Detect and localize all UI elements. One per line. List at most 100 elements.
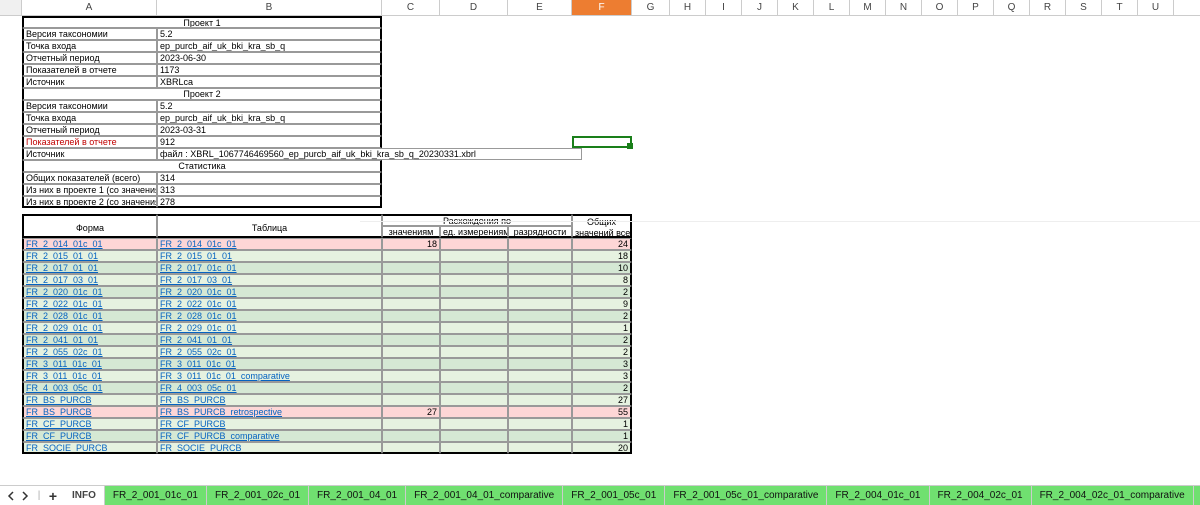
row-val3	[508, 286, 572, 298]
column-header-D[interactable]: D	[440, 0, 508, 15]
column-header-U[interactable]: U	[1138, 0, 1174, 15]
tab-sheet[interactable]: FR_2_006_01c_01	[1194, 486, 1200, 505]
row-val1	[382, 298, 440, 310]
stats-label: Общих показателей (всего)	[22, 172, 157, 184]
column-header-J[interactable]: J	[742, 0, 778, 15]
tab-sheet[interactable]: FR_2_001_05c_01_comparative	[665, 486, 827, 505]
row-table[interactable]: FR_2_022_01c_01	[157, 298, 382, 310]
column-header-I[interactable]: I	[706, 0, 742, 15]
row-val3	[508, 310, 572, 322]
column-header-M[interactable]: M	[850, 0, 886, 15]
row-form[interactable]: FR_2_029_01c_01	[22, 322, 157, 334]
row-form[interactable]: FR_2_014_01c_01	[22, 238, 157, 250]
row-form[interactable]: FR_2_017_03_01	[22, 274, 157, 286]
column-header-F[interactable]: F	[572, 0, 632, 15]
row-total: 18	[572, 250, 632, 262]
column-header-N[interactable]: N	[886, 0, 922, 15]
tab-sheet[interactable]: FR_2_001_04_01	[309, 486, 406, 505]
column-header-G[interactable]: G	[632, 0, 670, 15]
row-form[interactable]: FR_CF_PURCB	[22, 418, 157, 430]
tab-sheet[interactable]: FR_2_001_04_01_comparative	[406, 486, 563, 505]
row-form[interactable]: FR_4_003_05c_01	[22, 382, 157, 394]
row-form[interactable]: FR_3_011_01c_01	[22, 358, 157, 370]
tab-sheet[interactable]: FR_2_004_01c_01	[827, 486, 929, 505]
row-table[interactable]: FR_2_017_01c_01	[157, 262, 382, 274]
row-val1	[382, 286, 440, 298]
row-table[interactable]: FR_BS_PURCB	[157, 394, 382, 406]
row-total: 8	[572, 274, 632, 286]
row-val3	[508, 418, 572, 430]
row-val3	[508, 370, 572, 382]
row-val1	[382, 418, 440, 430]
row-total: 1	[572, 418, 632, 430]
select-all-corner[interactable]	[0, 0, 22, 15]
row-val2	[440, 370, 508, 382]
tab-sheet[interactable]: FR_2_001_05c_01	[563, 486, 665, 505]
hdr-table: Таблица	[157, 214, 382, 238]
column-header-C[interactable]: C	[382, 0, 440, 15]
row-form[interactable]: FR_BS_PURCB	[22, 406, 157, 418]
project1-label: Версия таксономии	[22, 28, 157, 40]
column-header-S[interactable]: S	[1066, 0, 1102, 15]
row-table[interactable]: FR_2_020_01c_01	[157, 286, 382, 298]
column-header-Q[interactable]: Q	[994, 0, 1030, 15]
tab-sheet[interactable]: FR_2_001_01c_01	[105, 486, 207, 505]
row-table[interactable]: FR_SOCIE_PURCB	[157, 442, 382, 454]
row-table[interactable]: FR_BS_PURCB_retrospective	[157, 406, 382, 418]
tab-info[interactable]: INFO	[64, 486, 105, 505]
column-header-A[interactable]: A	[22, 0, 157, 15]
row-form[interactable]: FR_CF_PURCB	[22, 430, 157, 442]
stats-value: 313	[157, 184, 382, 196]
row-form[interactable]: FR_2_017_01_01	[22, 262, 157, 274]
row-form[interactable]: FR_2_022_01c_01	[22, 298, 157, 310]
active-cell-selection	[572, 136, 632, 148]
row-form[interactable]: FR_2_028_01c_01	[22, 310, 157, 322]
column-header-E[interactable]: E	[508, 0, 572, 15]
column-header-T[interactable]: T	[1102, 0, 1138, 15]
column-header-B[interactable]: B	[157, 0, 382, 15]
worksheet-tab-bar: | + INFOFR_2_001_01c_01FR_2_001_02c_01FR…	[0, 485, 1200, 505]
row-val2	[440, 286, 508, 298]
column-header-P[interactable]: P	[958, 0, 994, 15]
row-table[interactable]: FR_CF_PURCB_comparative	[157, 430, 382, 442]
column-header-L[interactable]: L	[814, 0, 850, 15]
row-val2	[440, 394, 508, 406]
project2-title: Проект 2	[22, 88, 382, 100]
row-table[interactable]: FR_2_029_01c_01	[157, 322, 382, 334]
row-val1	[382, 274, 440, 286]
row-table[interactable]: FR_2_017_03_01	[157, 274, 382, 286]
column-header-R[interactable]: R	[1030, 0, 1066, 15]
project1-label: Источник	[22, 76, 157, 88]
tab-sheet[interactable]: FR_2_001_02c_01	[207, 486, 309, 505]
tab-add-icon[interactable]: +	[46, 488, 60, 504]
row-val3	[508, 406, 572, 418]
row-val3	[508, 394, 572, 406]
tab-sheet[interactable]: FR_2_004_02c_01	[930, 486, 1032, 505]
column-header-K[interactable]: K	[778, 0, 814, 15]
row-table[interactable]: FR_2_028_01c_01	[157, 310, 382, 322]
row-table[interactable]: FR_CF_PURCB	[157, 418, 382, 430]
row-table[interactable]: FR_2_055_02c_01	[157, 346, 382, 358]
tab-nav-prev-icon[interactable]	[4, 488, 18, 504]
row-form[interactable]: FR_2_041_01_01	[22, 334, 157, 346]
row-form[interactable]: FR_BS_PURCB	[22, 394, 157, 406]
row-table[interactable]: FR_4_003_05c_01	[157, 382, 382, 394]
row-form[interactable]: FR_2_015_01_01	[22, 250, 157, 262]
row-table[interactable]: FR_2_041_01_01	[157, 334, 382, 346]
tab-sheet[interactable]: FR_2_004_02c_01_comparative	[1032, 486, 1194, 505]
row-form[interactable]: FR_2_055_02c_01	[22, 346, 157, 358]
row-table[interactable]: FR_3_011_01c_01_comparative	[157, 370, 382, 382]
row-table[interactable]: FR_2_014_01c_01	[157, 238, 382, 250]
tab-nav-next-icon[interactable]	[18, 488, 32, 504]
project2-label: Показателей в отчете	[22, 136, 157, 148]
column-header-H[interactable]: H	[670, 0, 706, 15]
row-table[interactable]: FR_3_011_01c_01	[157, 358, 382, 370]
column-header-O[interactable]: O	[922, 0, 958, 15]
row-form[interactable]: FR_3_011_01c_01	[22, 370, 157, 382]
row-form[interactable]: FR_2_020_01c_01	[22, 286, 157, 298]
row-val1	[382, 358, 440, 370]
row-total: 55	[572, 406, 632, 418]
row-table[interactable]: FR_2_015_01_01	[157, 250, 382, 262]
row-val3	[508, 250, 572, 262]
row-form[interactable]: FR_SOCIE_PURCB	[22, 442, 157, 454]
